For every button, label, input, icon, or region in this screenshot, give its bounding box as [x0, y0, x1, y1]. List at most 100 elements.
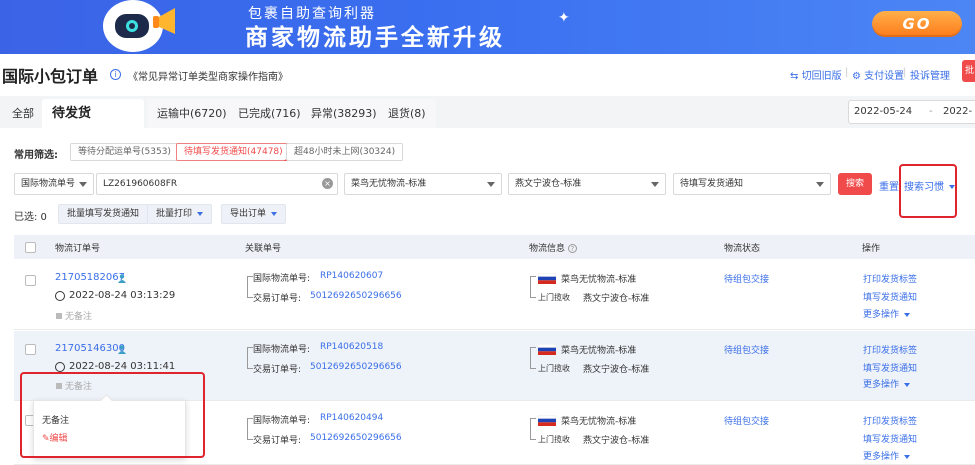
clock-icon	[55, 291, 65, 301]
tab-returns[interactable]: 退货(8)	[378, 99, 436, 128]
russia-flag-icon	[538, 273, 556, 284]
filter-chip-awaiting-waybill[interactable]: 等待分配运单号(5353)	[70, 143, 179, 161]
search-habit-dropdown[interactable]: 搜索习惯	[904, 178, 955, 193]
promo-banner[interactable]: 包裹自助查询利器 商家物流助手全新升级 ✦ GO	[0, 0, 975, 54]
col-header-status: 物流状态	[724, 244, 761, 254]
order-number-link[interactable]: 21705146300	[55, 343, 125, 354]
row-checkbox[interactable]	[25, 275, 36, 286]
col-header-order-no: 物流订单号	[55, 244, 101, 254]
note-toggle[interactable]: 无备注	[56, 309, 92, 322]
print-label-link[interactable]: 打印发货标签	[863, 272, 917, 285]
pay-settings-link[interactable]: ⚙ 支付设置	[852, 67, 904, 82]
caret-down-icon	[904, 312, 911, 317]
bracket-divider	[530, 276, 536, 298]
trade-no-link[interactable]: 5012692650296656	[310, 433, 402, 443]
fill-notice-link[interactable]: 填写发货通知	[863, 432, 917, 445]
print-label-link[interactable]: 打印发货标签	[863, 343, 917, 356]
batch-print-button[interactable]: 批量打印	[147, 204, 213, 224]
print-label-link[interactable]: 打印发货标签	[863, 414, 917, 427]
russia-flag-icon	[538, 415, 556, 426]
bracket-divider	[530, 347, 536, 369]
guide-link[interactable]: 《常见异常订单类型商家操作指南》	[128, 68, 288, 83]
date-start: 2022-05-24	[854, 106, 913, 117]
search-button[interactable]: 搜索	[838, 173, 872, 195]
caret-down-icon	[904, 454, 911, 459]
bracket-divider	[530, 418, 536, 440]
switch-old-version-link[interactable]: ⇆ 切回旧版	[790, 67, 842, 82]
more-actions-dropdown[interactable]: 更多操作	[863, 307, 911, 320]
tab-exception[interactable]: 异常(38293)	[301, 99, 387, 128]
robot-mascot-icon	[103, 0, 175, 52]
col-header-related-no: 关联单号	[245, 244, 282, 254]
trade-no-link[interactable]: 5012692650296656	[310, 291, 402, 301]
clear-icon[interactable]: ×	[322, 178, 333, 189]
search-input[interactable]: LZ261960608FR ×	[96, 173, 338, 195]
carrier-name: 菜鸟无忧物流-标准	[561, 346, 637, 356]
intl-no-link[interactable]: RP140620607	[320, 271, 383, 281]
order-number-link[interactable]: 21705182067	[55, 272, 125, 283]
carrier-name: 菜鸟无忧物流-标准	[561, 275, 637, 285]
tab-completed[interactable]: 已完成(716)	[228, 99, 311, 128]
highlight-box-note	[20, 372, 205, 458]
clock-icon	[55, 362, 65, 372]
flag-icon	[56, 313, 62, 319]
gear-icon: ⚙	[852, 71, 861, 82]
col-header-actions: 操作	[862, 244, 881, 254]
chevron-down-icon	[651, 182, 659, 187]
warehouse-name: 燕文宁波仓-标准	[583, 436, 650, 446]
batch-notice-button[interactable]: 批量填写发货通知	[58, 204, 149, 224]
table-header	[14, 235, 975, 259]
tab-all[interactable]: 全部	[2, 99, 44, 128]
logistics-status: 待组包交接	[724, 417, 770, 427]
fill-notice-link[interactable]: 填写发货通知	[863, 361, 917, 374]
chevron-down-icon	[816, 182, 824, 187]
date-range-picker[interactable]: 2022-05-24 - 2022-08	[848, 100, 975, 139]
col-header-logistics-info: 物流信息 ?	[529, 241, 577, 254]
caret-down-icon	[271, 211, 278, 216]
russia-flag-icon	[538, 344, 556, 355]
intl-no-label: 国际物流单号:	[253, 345, 311, 355]
intl-no-link[interactable]: RP140620518	[320, 342, 383, 352]
logistics-status: 待组包交接	[724, 346, 770, 356]
filter-chip-pending-notice[interactable]: 待填写发货通知(47478)	[176, 143, 291, 161]
date-separator: -	[929, 106, 933, 117]
banner-headline: 商家物流助手全新升级	[245, 25, 505, 51]
trade-no-label: 交易订单号:	[253, 294, 302, 304]
reset-button[interactable]: 重置	[879, 178, 899, 193]
intl-no-label: 国际物流单号:	[253, 416, 311, 426]
export-button[interactable]: 导出订单	[221, 204, 287, 224]
trade-no-link[interactable]: 5012692650296656	[310, 362, 402, 372]
report-manage-link[interactable]: 投诉管理	[910, 67, 950, 82]
fill-notice-link[interactable]: 填写发货通知	[863, 290, 917, 303]
batch-edge-button[interactable]: 批	[962, 60, 975, 82]
more-actions-dropdown[interactable]: 更多操作	[863, 377, 911, 390]
pickup-method: 上门揽收	[538, 293, 570, 302]
warehouse-name: 燕文宁波仓-标准	[583, 365, 650, 375]
order-time: 2022-08-24 03:11:41	[69, 361, 176, 372]
status-select[interactable]: 待填写发货通知	[673, 173, 831, 195]
chevron-down-icon	[79, 182, 87, 187]
more-actions-dropdown[interactable]: 更多操作	[863, 449, 911, 462]
trade-no-label: 交易订单号:	[253, 436, 302, 446]
tab-in-transit[interactable]: 运输中(6720)	[147, 99, 237, 128]
chevron-down-icon	[487, 182, 495, 187]
divider: |	[903, 67, 907, 78]
help-icon[interactable]: ?	[567, 244, 577, 253]
row-checkbox[interactable]	[25, 344, 36, 355]
logistics-status: 待组包交接	[724, 275, 770, 285]
filter-chip-over-48h[interactable]: 超48小时未上网(30324)	[286, 143, 404, 161]
intl-no-label: 国际物流单号:	[253, 274, 311, 284]
filter-label: 常用筛选:	[14, 150, 58, 161]
customer-service-icon[interactable]	[118, 274, 126, 283]
intl-no-link[interactable]: RP140620494	[320, 413, 383, 423]
tab-pending-ship[interactable]: 待发货(83155)	[42, 99, 144, 150]
select-all-checkbox[interactable]	[25, 242, 36, 253]
warehouse-select[interactable]: 燕文宁波仓-标准	[508, 173, 666, 195]
search-type-select[interactable]: 国际物流单号	[14, 173, 94, 195]
sparkle-icon: ✦	[558, 10, 570, 26]
banner-go-button[interactable]: GO	[872, 11, 962, 37]
page-title: 国际小包订单	[2, 67, 99, 86]
customer-service-icon[interactable]	[118, 345, 126, 354]
carrier-select[interactable]: 菜鸟无忧物流-标准	[344, 173, 502, 195]
carrier-name: 菜鸟无忧物流-标准	[561, 417, 637, 427]
